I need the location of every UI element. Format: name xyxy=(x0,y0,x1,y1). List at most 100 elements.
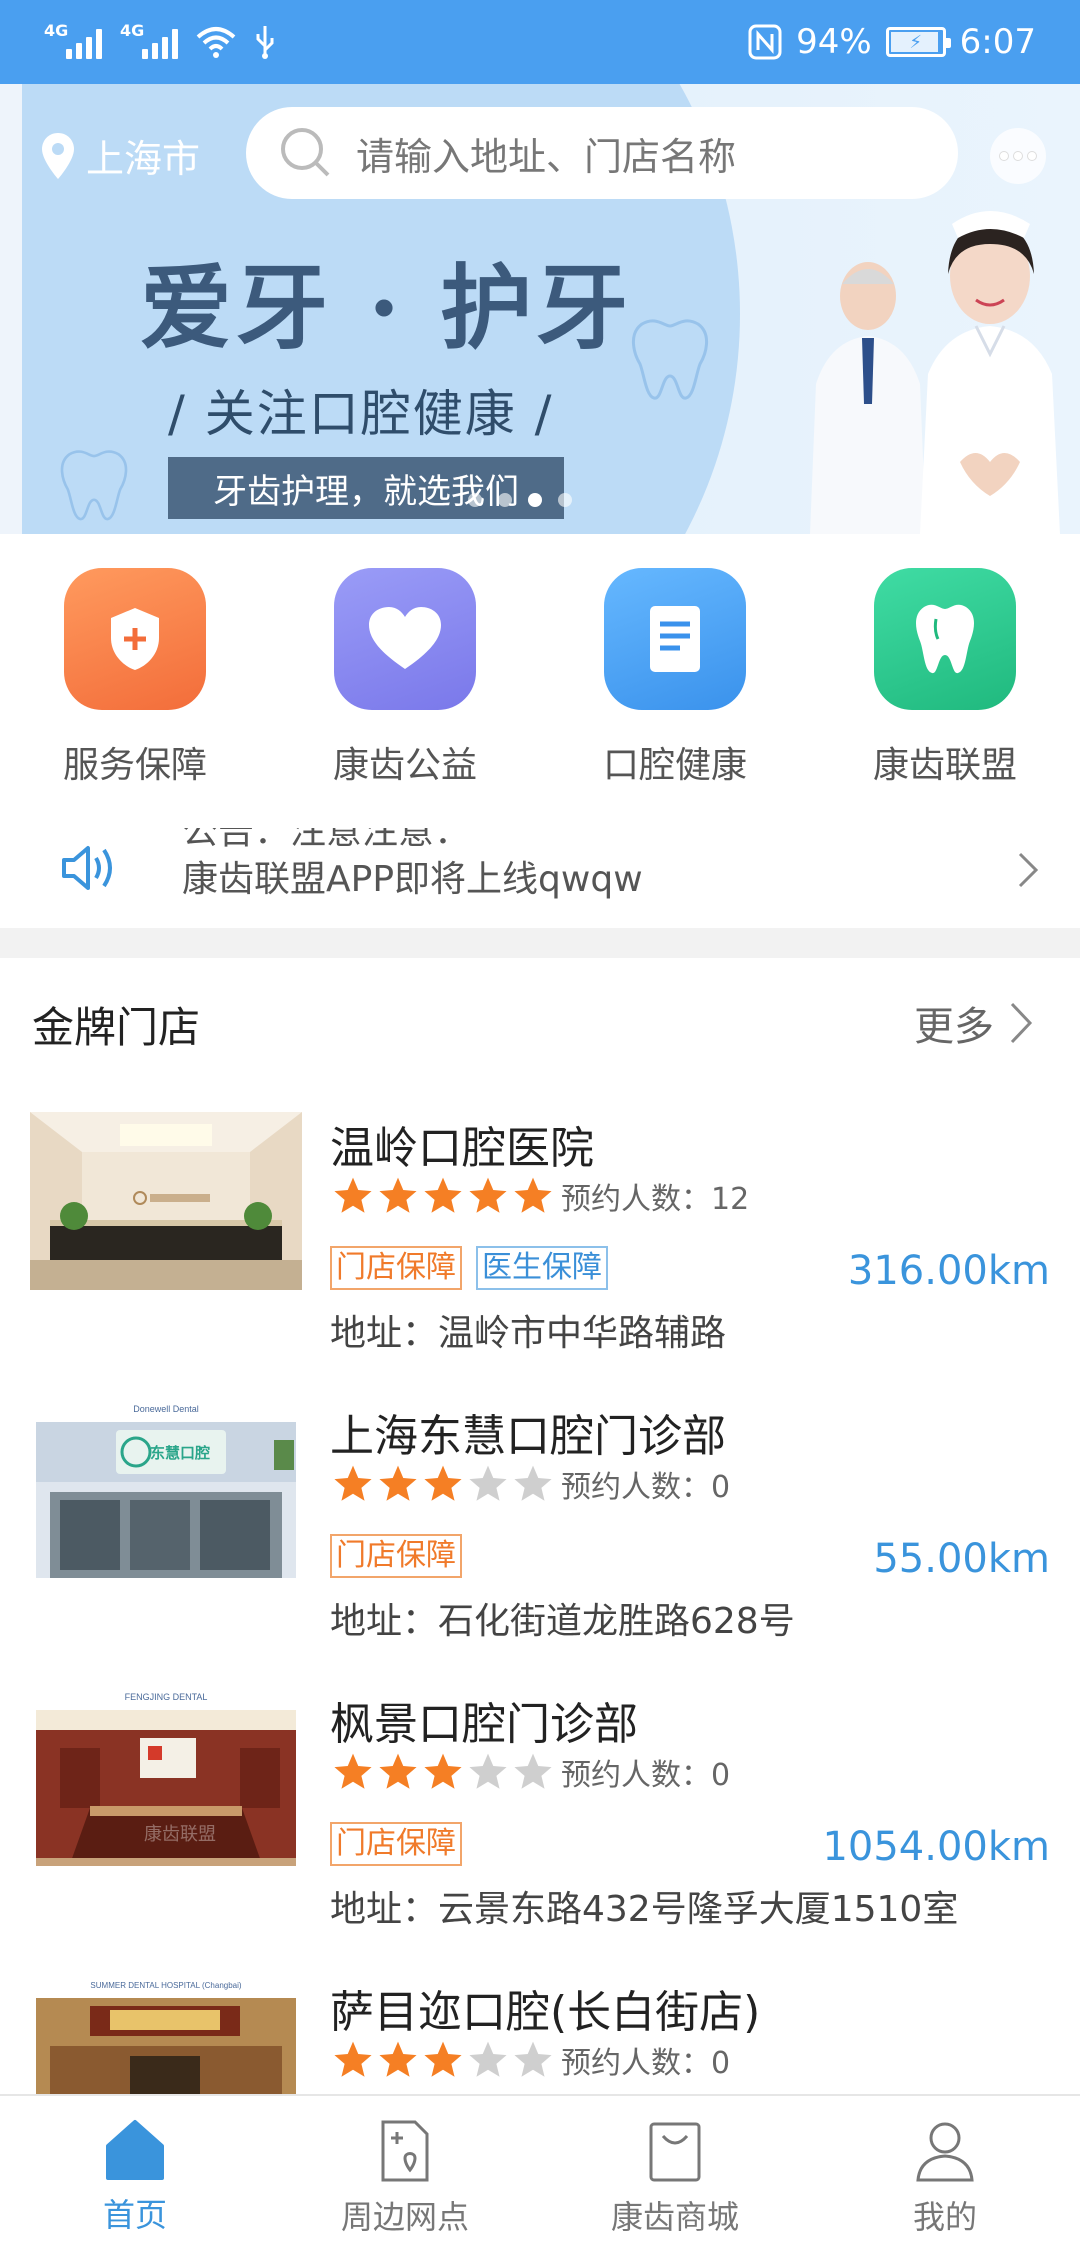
star-filled-icon xyxy=(379,1177,417,1213)
more-options-button[interactable] xyxy=(990,128,1046,184)
nav-nearby[interactable]: 周边网点 xyxy=(270,2118,540,2238)
shortcut-service-guarantee[interactable]: 服务保障 xyxy=(0,568,270,788)
signal-icon: 4G xyxy=(44,21,102,59)
app-root: { "status_bar": { "network_1": "4G", "ne… xyxy=(0,0,1080,2244)
store-distance: 1054.00km xyxy=(822,1824,1050,1870)
shopping-bag-icon xyxy=(649,2122,701,2182)
store-tags: 门店保障 医生保障 xyxy=(330,1246,608,1290)
storefront-sign: 东慧口腔 xyxy=(150,1444,210,1462)
announcement-line-2: 康齿联盟APP即将上线qwqw xyxy=(182,859,643,900)
store-card[interactable]: 温岭口腔医院 预约人数：12 门店保障 医生保障 316.00km 地址：温岭市… xyxy=(0,1112,1080,1382)
speaker-icon xyxy=(62,846,112,890)
star-filled-icon xyxy=(514,1177,552,1213)
nav-mine[interactable]: 我的 xyxy=(810,2118,1080,2238)
doctor-nurse-illustration xyxy=(810,211,1060,534)
more-stores-link[interactable]: 更多 xyxy=(914,994,1034,1052)
shortcut-label: 口腔健康 xyxy=(602,745,747,786)
star-filled-icon xyxy=(379,1465,417,1501)
star-filled-icon xyxy=(334,1465,372,1501)
store-address: 地址：温岭市中华路辅路 xyxy=(330,1313,727,1354)
clock: 6:07 xyxy=(959,22,1036,62)
store-card[interactable]: Donewell Dental 东慧口腔 上海东慧口腔门诊部 预约人数：0 门店… xyxy=(0,1400,1080,1670)
announcement-text: 公告：注意注意： 康齿联盟APP即将上线qwqw xyxy=(182,828,722,908)
store-card[interactable]: FENGJING DENTAL 康齿联盟 枫景口腔门诊部 预约人数：0 门店保障… xyxy=(0,1688,1080,1958)
nav-home[interactable]: 首页 xyxy=(0,2118,270,2236)
promo-banner[interactable]: 上海市 请输入地址、门店名称 爱牙 · 护牙 / 关注口腔健康 / 牙齿护理，就… xyxy=(0,84,1080,534)
store-name: 枫景口腔门诊部 xyxy=(330,1699,638,1750)
wifi-icon xyxy=(196,27,236,58)
store-name: 上海东慧口腔门诊部 xyxy=(330,1411,726,1462)
store-distance: 316.00km xyxy=(847,1248,1050,1294)
status-bar: 4G 4G 94% ⚡ 6:07 xyxy=(0,0,1080,84)
network-type-1: 4G xyxy=(44,21,69,40)
store-address: 地址：石化街道龙胜路628号 xyxy=(330,1601,795,1642)
star-empty-icon xyxy=(469,1465,507,1501)
store-photo: FENGJING DENTAL 康齿联盟 xyxy=(30,1688,302,1866)
network-type-2: 4G xyxy=(120,21,145,40)
star-filled-icon xyxy=(424,2041,462,2077)
carousel-indicator[interactable] xyxy=(468,493,572,507)
signal-icon-2: 4G xyxy=(120,21,178,59)
thumb-watermark: 康齿联盟 xyxy=(144,1824,216,1845)
store-rating: 预约人数：0 xyxy=(332,2038,730,2082)
more-label: 更多 xyxy=(914,1004,994,1050)
shortcut-grid: 服务保障 康齿公益 口腔健康 康齿联盟 xyxy=(0,568,1080,788)
section-title: 金牌门店 xyxy=(32,1003,201,1052)
shortcut-alliance[interactable]: 康齿联盟 xyxy=(810,568,1080,788)
appointment-count: 预约人数：0 xyxy=(561,1470,731,1505)
store-address: 地址：云景东路432号隆孚大厦1510室 xyxy=(330,1889,959,1930)
nav-label: 康齿商城 xyxy=(610,2198,739,2236)
star-empty-icon xyxy=(469,1753,507,1789)
thumb-caption: SUMMER DENTAL HOSPITAL (Changbai) xyxy=(90,1981,241,1990)
heart-icon xyxy=(334,568,476,710)
appointment-count: 预约人数：12 xyxy=(561,1182,750,1217)
tag-store-guarantee: 门店保障 xyxy=(330,1534,462,1578)
banner-headline: 爱牙 · 护牙 xyxy=(140,254,633,362)
search-input[interactable]: 请输入地址、门店名称 xyxy=(246,107,958,199)
star-filled-icon xyxy=(334,2041,372,2077)
search-icon xyxy=(281,128,330,177)
store-photo xyxy=(30,1112,302,1290)
appointment-count: 预约人数：0 xyxy=(561,1758,731,1793)
thumb-caption: Donewell Dental xyxy=(133,1404,199,1414)
tag-store-guarantee: 门店保障 xyxy=(330,1822,462,1866)
nav-label: 我的 xyxy=(912,2198,977,2236)
store-tags: 门店保障 xyxy=(330,1534,462,1578)
star-empty-icon xyxy=(514,1465,552,1501)
chevron-right-icon xyxy=(1010,1002,1033,1044)
tooth-outline-icon-2 xyxy=(60,450,128,521)
document-icon xyxy=(604,568,746,710)
store-tags: 门店保障 xyxy=(330,1822,462,1866)
search-placeholder: 请输入地址、门店名称 xyxy=(356,134,737,179)
usb-icon xyxy=(256,26,274,59)
chevron-right-icon[interactable] xyxy=(1016,850,1040,890)
gold-stores-header: 金牌门店 更多 xyxy=(0,980,1080,1060)
shield-plus-icon xyxy=(64,568,206,710)
store-photo: Donewell Dental 东慧口腔 xyxy=(30,1400,302,1578)
shortcut-label: 康齿联盟 xyxy=(872,745,1017,786)
star-empty-icon xyxy=(514,2041,552,2077)
nav-label: 周边网点 xyxy=(340,2198,469,2236)
tooth-outline-icon xyxy=(632,319,708,400)
store-rating: 预约人数：0 xyxy=(332,1462,730,1506)
thumb-caption: FENGJING DENTAL xyxy=(125,1692,208,1702)
star-empty-icon xyxy=(514,1753,552,1789)
tag-doctor-guarantee: 医生保障 xyxy=(476,1246,608,1290)
star-filled-icon xyxy=(424,1465,462,1501)
nav-shop[interactable]: 康齿商城 xyxy=(540,2118,810,2238)
location-pin-icon xyxy=(42,132,74,179)
map-pin-document-icon xyxy=(381,2120,429,2182)
shortcut-label: 服务保障 xyxy=(62,745,207,786)
home-icon xyxy=(106,2120,164,2180)
announcement-bar[interactable]: 公告：注意注意： 康齿联盟APP即将上线qwqw xyxy=(0,820,1080,920)
star-filled-icon xyxy=(424,1177,462,1213)
store-rating: 预约人数：12 xyxy=(332,1174,749,1218)
shortcut-oral-health[interactable]: 口腔健康 xyxy=(540,568,810,788)
star-filled-icon xyxy=(334,1177,372,1213)
store-distance: 55.00km xyxy=(873,1536,1050,1582)
star-filled-icon xyxy=(379,2041,417,2077)
shortcut-charity[interactable]: 康齿公益 xyxy=(270,568,540,788)
star-filled-icon xyxy=(334,1753,372,1789)
star-filled-icon xyxy=(379,1753,417,1789)
location-selector[interactable]: 上海市 xyxy=(40,128,200,183)
